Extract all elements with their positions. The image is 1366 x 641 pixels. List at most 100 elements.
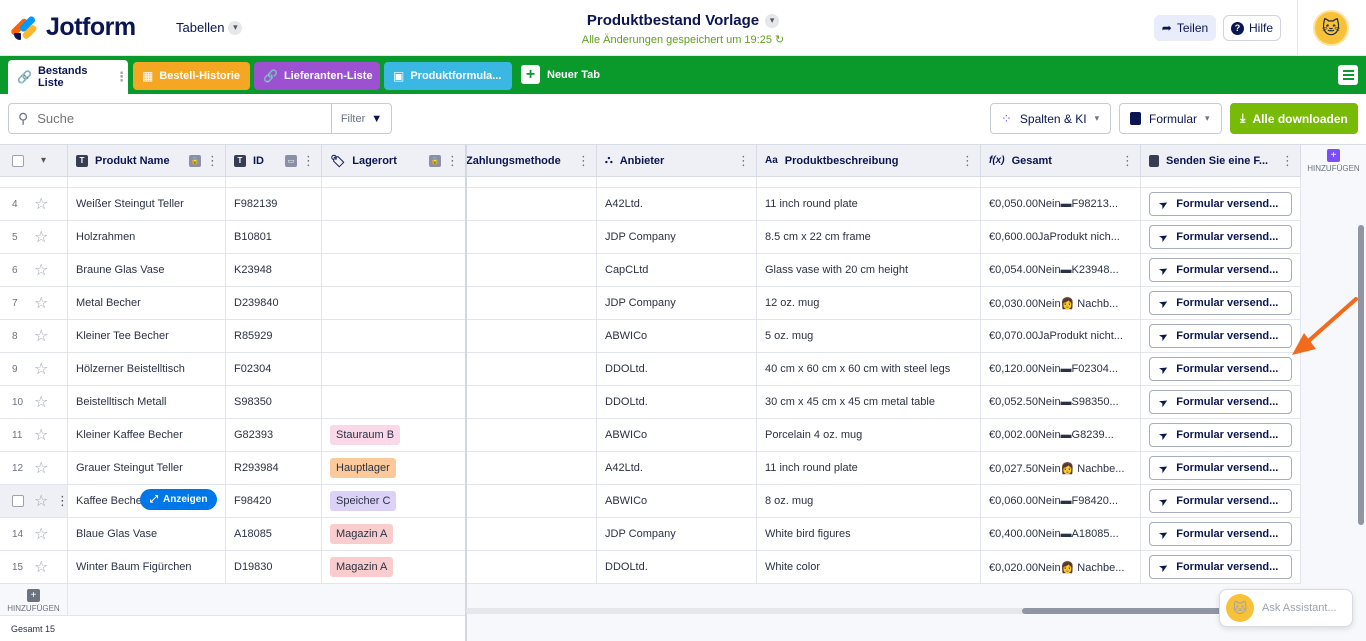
row-header[interactable]: 4 ☆ — [0, 188, 68, 221]
kebab-menu-icon[interactable]: ⋮ — [737, 153, 750, 169]
horizontal-scrollbar[interactable] — [466, 608, 1300, 614]
table-cell-location[interactable]: Hauptlager — [322, 452, 466, 485]
table-cell-name[interactable]: Blaue Glas Vase — [68, 518, 226, 551]
table-cell-payment[interactable] — [466, 353, 597, 386]
table-cell-id[interactable]: D19830 — [226, 551, 322, 584]
table-cell-payment[interactable] — [466, 221, 597, 254]
star-icon[interactable]: ☆ — [34, 425, 48, 445]
row-header[interactable]: 6 ☆ — [0, 254, 68, 287]
table-cell-id[interactable]: A18085 — [226, 518, 322, 551]
table-cell-name[interactable]: Weißer Steingut Teller — [68, 188, 226, 221]
table-cell-name[interactable]: Beistelltisch Metall — [68, 386, 226, 419]
send-form-button[interactable]: ➤ Formular versend... — [1149, 522, 1292, 546]
table-cell-total[interactable]: €0,120.00Nein▬F02304... — [981, 353, 1141, 386]
table-cell-location[interactable]: Magazin A — [322, 551, 466, 584]
filter-button[interactable]: Filter ▼ — [331, 103, 392, 134]
row-header[interactable]: 5 ☆ — [0, 221, 68, 254]
form-button[interactable]: Formular ▾ — [1119, 103, 1222, 134]
star-icon[interactable]: ☆ — [34, 293, 48, 313]
row-header[interactable]: ⋮ ☆ — [0, 485, 69, 518]
table-cell-supplier[interactable]: JDP Company — [597, 221, 757, 254]
table-cell-name[interactable]: Kleiner Kaffee Becher — [68, 419, 226, 452]
table-cell-id[interactable]: F02304 — [226, 353, 322, 386]
table-cell-payment[interactable] — [466, 386, 597, 419]
table-cell-total[interactable]: €0,027.50Nein👩 Nachbe... — [981, 452, 1141, 485]
send-form-button[interactable]: ➤ Formular versend... — [1149, 225, 1292, 249]
add-row-button[interactable]: + HINZUFÜGEN — [0, 584, 68, 617]
table-cell-payment[interactable] — [466, 518, 597, 551]
table-cell-description[interactable]: White color — [757, 551, 981, 584]
tab-bestell-historie[interactable]: ▦ Bestell-Historie — [133, 62, 250, 90]
help-button[interactable]: ? Hilfe — [1223, 15, 1281, 41]
column-header-produktbeschreibung[interactable]: Aa Produktbeschreibung ⋮ — [757, 145, 981, 177]
star-icon[interactable]: ☆ — [34, 491, 48, 511]
table-cell-supplier[interactable]: A42Ltd. — [597, 452, 757, 485]
column-header-produkt-name[interactable]: T Produkt Name 🔒 ⋮ — [68, 145, 226, 177]
table-cell-supplier[interactable]: CapCLtd — [597, 254, 757, 287]
table-cell-total[interactable]: €0,060.00Nein▬F98420... — [981, 485, 1141, 518]
hamburger-menu-icon[interactable] — [1338, 65, 1358, 85]
table-cell-payment[interactable] — [466, 320, 597, 353]
send-form-button[interactable]: ➤ Formular versend... — [1149, 258, 1292, 282]
send-form-button[interactable]: ➤ Formular versend... — [1149, 423, 1292, 447]
table-cell-description[interactable]: Glass vase with 20 cm height — [757, 254, 981, 287]
table-cell-name[interactable]: Metal Becher — [68, 287, 226, 320]
star-icon[interactable]: ☆ — [34, 194, 48, 214]
table-cell-location[interactable] — [322, 188, 466, 221]
table-cell-name[interactable]: Winter Baum Figürchen — [68, 551, 226, 584]
table-cell-name[interactable]: Grauer Steingut Teller — [68, 452, 226, 485]
row-header[interactable]: 10 ☆ — [0, 386, 68, 419]
send-form-button[interactable]: ➤ Formular versend... — [1149, 555, 1292, 579]
table-cell-description[interactable]: 30 cm x 45 cm x 45 cm metal table — [757, 386, 981, 419]
table-cell-total[interactable]: €0,600.00JaProdukt nich... — [981, 221, 1141, 254]
table-cell-supplier[interactable]: JDP Company — [597, 518, 757, 551]
table-cell-description[interactable]: 40 cm x 60 cm x 60 cm with steel legs — [757, 353, 981, 386]
table-cell-total[interactable]: €0,030.00Nein👩 Nachb... — [981, 287, 1141, 320]
table-cell-total[interactable]: €0,020.00Nein👩 Nachbe... — [981, 551, 1141, 584]
kebab-menu-icon[interactable]: ⋮ — [577, 153, 590, 169]
table-cell-description[interactable]: White bird figures — [757, 518, 981, 551]
tab-produktformular[interactable]: ▣ Produktformula... — [384, 62, 512, 90]
table-cell-payment[interactable] — [466, 452, 597, 485]
row-header[interactable]: 8 ☆ — [0, 320, 68, 353]
table-cell-name[interactable]: Holzrahmen — [68, 221, 226, 254]
search-input[interactable] — [37, 111, 308, 126]
table-cell-supplier[interactable]: ABWICo — [597, 485, 757, 518]
table-cell-payment[interactable] — [466, 188, 597, 221]
kebab-menu-icon[interactable]: ⋮ — [115, 69, 128, 85]
column-header-id[interactable]: T ID ▭ ⋮ — [226, 145, 322, 177]
table-cell-id[interactable]: F982139 — [226, 188, 322, 221]
user-avatar[interactable]: 🐱 — [1313, 10, 1349, 46]
table-cell-total[interactable]: €0,400.00Nein▬A18085... — [981, 518, 1141, 551]
table-cell-id[interactable]: G82393 — [226, 419, 322, 452]
send-form-button[interactable]: ➤ Formular versend... — [1149, 390, 1292, 414]
row-header[interactable]: 7 ☆ — [0, 287, 68, 320]
table-cell-id[interactable]: K23948 — [226, 254, 322, 287]
row-header[interactable]: 12 ☆ — [0, 452, 68, 485]
show-record-button[interactable]: ⤢ Anzeigen — [140, 489, 218, 510]
send-form-button[interactable]: ➤ Formular versend... — [1149, 324, 1292, 348]
kebab-menu-icon[interactable]: ⋮ — [446, 153, 459, 169]
table-cell-supplier[interactable]: DDOLtd. — [597, 353, 757, 386]
star-icon[interactable]: ☆ — [34, 392, 48, 412]
star-icon[interactable]: ☆ — [34, 557, 48, 577]
vertical-scrollbar[interactable] — [1358, 225, 1364, 525]
table-cell-name[interactable]: Braune Glas Vase — [68, 254, 226, 287]
table-cell-total[interactable]: €0,054.00Nein▬K23948... — [981, 254, 1141, 287]
table-cell-supplier[interactable]: DDOLtd. — [597, 386, 757, 419]
star-icon[interactable]: ☆ — [34, 227, 48, 247]
table-cell-total[interactable]: €0,052.50Nein▬S98350... — [981, 386, 1141, 419]
table-cell-total[interactable]: €0,002.00Nein▬G8239... — [981, 419, 1141, 452]
table-cell-location[interactable] — [322, 386, 466, 419]
send-form-button[interactable]: ➤ Formular versend... — [1149, 456, 1292, 480]
row-checkbox[interactable] — [12, 495, 24, 507]
table-cell-payment[interactable] — [466, 419, 597, 452]
table-cell-description[interactable]: 12 oz. mug — [757, 287, 981, 320]
table-cell-name[interactable]: Kleiner Tee Becher — [68, 320, 226, 353]
kebab-menu-icon[interactable]: ⋮ — [1121, 153, 1134, 169]
table-cell-location[interactable]: Speicher C — [322, 485, 466, 518]
add-column-button[interactable]: + HINZUFÜGEN — [1301, 145, 1366, 177]
table-cell-id[interactable]: R293984 — [226, 452, 322, 485]
row-header[interactable]: 14 ☆ — [0, 518, 68, 551]
columns-ai-button[interactable]: ⁘ Spalten & KI ▾ — [990, 103, 1111, 134]
